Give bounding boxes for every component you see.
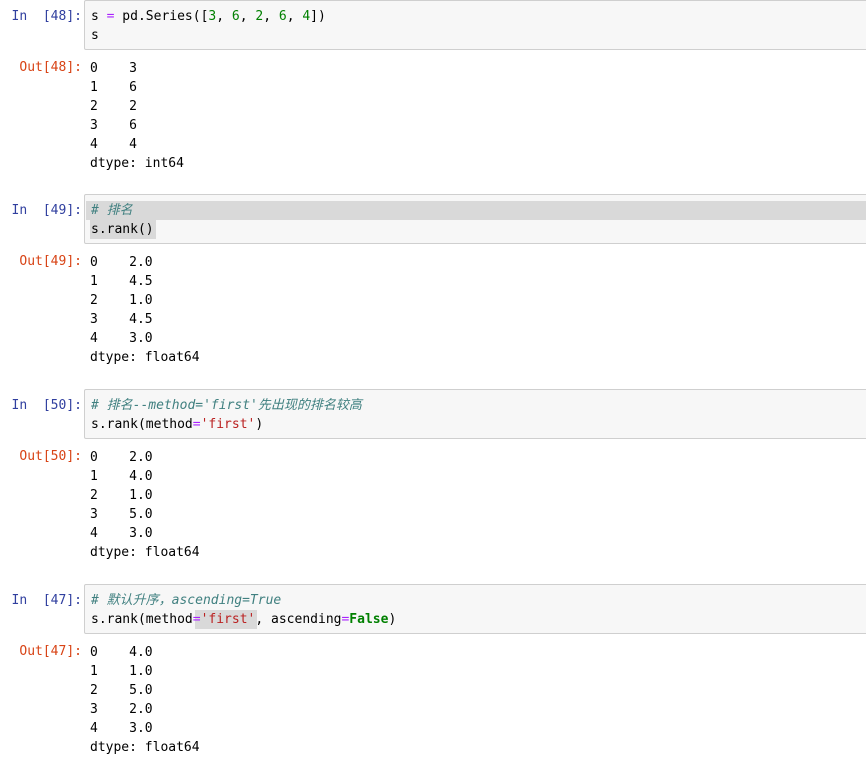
output-row: 0 2.0 <box>90 450 153 465</box>
output-row: 1 4.5 <box>90 274 153 289</box>
code-comment: # 排名 <box>91 203 133 218</box>
code-line: s.rank(method='first') <box>91 417 264 432</box>
output-row: 4 3.0 <box>90 526 153 541</box>
output-dtype: dtype: int64 <box>90 156 184 171</box>
input-prompt: In [49]: <box>11 203 82 218</box>
input-prompt: In [47]: <box>11 593 82 608</box>
output-row: 3 2.0 <box>90 702 153 717</box>
output-row: 1 4.0 <box>90 469 153 484</box>
output-row: 2 1.0 <box>90 488 153 503</box>
output-row: 4 3.0 <box>90 721 153 736</box>
output-row: 2 2 <box>90 99 137 114</box>
output-row: 0 3 <box>90 61 137 76</box>
output-row: 2 5.0 <box>90 683 153 698</box>
code-line: s <box>91 28 99 43</box>
code-comment: # 默认升序，ascending=True <box>91 593 282 608</box>
code-input-area[interactable]: s = pd.Series([3, 6, 2, 6, 4]) s <box>84 0 866 50</box>
output-prompt: Out[49]: <box>19 254 82 269</box>
output-row: 4 3.0 <box>90 331 153 346</box>
output-prompt: Out[50]: <box>19 449 82 464</box>
input-prompt: In [48]: <box>11 9 82 24</box>
output-row: 4 4 <box>90 137 137 152</box>
current-line-highlight <box>86 201 866 220</box>
output-row: 2 1.0 <box>90 293 153 308</box>
code-line: s.rank(method='first', ascending=False) <box>91 612 397 627</box>
code-line: s = pd.Series([3, 6, 2, 6, 4]) <box>91 9 326 24</box>
code-input-area[interactable]: # 排名 s.rank() <box>84 194 866 244</box>
output-row: 3 4.5 <box>90 312 153 327</box>
code-line: s.rank() <box>91 222 154 237</box>
output-dtype: dtype: float64 <box>90 350 200 365</box>
output-row: 3 6 <box>90 118 137 133</box>
code-input-area[interactable]: # 默认升序，ascending=True s.rank(method='fir… <box>84 584 866 634</box>
output-row: 0 4.0 <box>90 645 153 660</box>
output-dtype: dtype: float64 <box>90 740 200 755</box>
output-row: 0 2.0 <box>90 255 153 270</box>
output-row: 1 6 <box>90 80 137 95</box>
code-comment: # 排名--method='first'先出现的排名较高 <box>91 398 362 413</box>
output-dtype: dtype: float64 <box>90 545 200 560</box>
output-row: 1 1.0 <box>90 664 153 679</box>
input-prompt: In [50]: <box>11 398 82 413</box>
output-row: 3 5.0 <box>90 507 153 522</box>
output-prompt: Out[47]: <box>19 644 82 659</box>
output-prompt: Out[48]: <box>19 60 82 75</box>
code-input-area[interactable]: # 排名--method='first'先出现的排名较高 s.rank(meth… <box>84 389 866 439</box>
